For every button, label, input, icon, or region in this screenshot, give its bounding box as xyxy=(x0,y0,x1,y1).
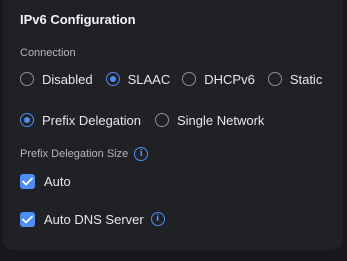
prefix-size-auto-row: Auto xyxy=(20,171,79,191)
prefix-size-auto-checkbox[interactable]: Auto xyxy=(20,173,71,189)
connection-option-label: Static xyxy=(289,71,323,87)
radio-disabled[interactable] xyxy=(20,72,34,86)
connection-option-static[interactable]: Static xyxy=(267,71,323,87)
radio-prefix-delegation[interactable] xyxy=(20,113,34,127)
delegation-option-single[interactable]: Single Network xyxy=(155,113,264,128)
connection-radio-group: Disabled SLAAC DHCPv6 Static xyxy=(20,69,322,89)
connection-label: Connection xyxy=(20,47,76,59)
connection-option-label: DHCPv6 xyxy=(204,71,255,87)
connection-option-label: Disabled xyxy=(42,71,93,87)
auto-label: Auto xyxy=(44,173,71,189)
ipv6-config-panel: IPv6 Configuration Connection Disabled S… xyxy=(3,0,343,250)
delegation-option-prefix[interactable]: Prefix Delegation xyxy=(20,113,141,128)
connection-option-slaac[interactable]: SLAAC xyxy=(105,71,171,87)
radio-static[interactable] xyxy=(267,72,282,86)
radio-slaac[interactable] xyxy=(105,72,120,86)
auto-dns-row: Auto DNS Server i xyxy=(20,209,165,229)
delegation-option-label: Single Network xyxy=(177,112,265,128)
panel-title: IPv6 Configuration xyxy=(20,12,136,27)
radio-single-network[interactable] xyxy=(155,113,169,127)
radio-dhcpv6[interactable] xyxy=(182,72,197,86)
prefix-size-header: Prefix Delegation Size i xyxy=(20,145,149,163)
auto-dns-label: Auto DNS Server xyxy=(44,211,144,227)
checkbox-checked-icon[interactable] xyxy=(20,173,35,189)
checkbox-checked-icon[interactable] xyxy=(20,211,35,227)
info-icon[interactable]: i xyxy=(150,212,165,226)
connection-option-label: SLAAC xyxy=(127,71,171,87)
auto-dns-checkbox[interactable]: Auto DNS Server xyxy=(20,211,144,227)
prefix-size-label: Prefix Delegation Size xyxy=(20,148,129,160)
delegation-radio-group: Prefix Delegation Single Network xyxy=(20,110,272,130)
info-icon[interactable]: i xyxy=(134,147,149,161)
connection-option-disabled[interactable]: Disabled xyxy=(20,72,93,87)
delegation-option-label: Prefix Delegation xyxy=(42,112,141,128)
connection-option-dhcpv6[interactable]: DHCPv6 xyxy=(182,72,255,87)
